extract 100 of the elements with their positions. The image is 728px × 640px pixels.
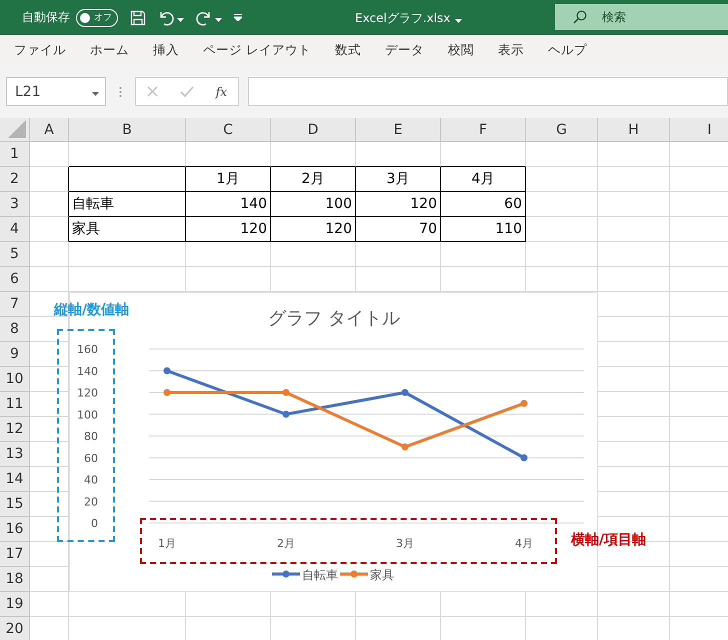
- sheet-cell[interactable]: [69, 167, 186, 192]
- ribbon-tab[interactable]: 数式: [322, 42, 373, 58]
- caret-icon[interactable]: [215, 18, 222, 22]
- column-header[interactable]: D: [271, 118, 356, 142]
- redo-icon[interactable]: [196, 10, 212, 26]
- insert-function-button[interactable]: fx: [216, 84, 228, 98]
- data-point: [402, 389, 408, 396]
- row-header[interactable]: 3: [0, 192, 30, 217]
- row-header[interactable]: 7: [0, 292, 30, 317]
- table-cell: 70: [356, 217, 441, 242]
- search-field[interactable]: 検索: [555, 4, 728, 30]
- legend-marker: [340, 570, 368, 578]
- table-cell: 100: [271, 192, 356, 217]
- axis-callout-label: 横軸/項目軸: [571, 531, 646, 549]
- data-point: [164, 389, 170, 396]
- row-header[interactable]: 6: [0, 267, 30, 292]
- column-header[interactable]: E: [356, 118, 441, 142]
- cancel-icon[interactable]: [146, 86, 158, 97]
- row-header[interactable]: 2: [0, 167, 30, 192]
- table-cell: 110: [441, 217, 526, 242]
- row-header[interactable]: 4: [0, 217, 30, 242]
- table-cell: 120: [271, 217, 356, 242]
- chart-title: グラフ タイトル: [268, 308, 400, 329]
- ribbon-tab[interactable]: ヘルプ: [536, 42, 599, 58]
- name-box[interactable]: L21: [6, 77, 106, 106]
- sheet-cell[interactable]: [30, 167, 69, 192]
- row-header[interactable]: 1: [0, 142, 30, 167]
- caret-icon[interactable]: [455, 18, 462, 22]
- ribbon-tab[interactable]: 挿入: [141, 42, 191, 58]
- row-header[interactable]: 18: [0, 567, 30, 592]
- autosave-toggle[interactable]: オフ: [76, 8, 118, 26]
- table-cell: 3月: [356, 167, 441, 192]
- row-header[interactable]: 19: [0, 592, 30, 617]
- caret-icon[interactable]: [177, 18, 184, 22]
- ribbon-tab[interactable]: ファイル: [0, 42, 78, 58]
- sheet-cell[interactable]: [30, 217, 69, 242]
- row-header[interactable]: 5: [0, 242, 30, 267]
- row-header[interactable]: 8: [0, 317, 30, 342]
- row-header[interactable]: 10: [0, 367, 30, 392]
- row-header[interactable]: 9: [0, 342, 30, 367]
- table-cell: 120: [356, 192, 441, 217]
- drag-handle-icon[interactable]: [119, 86, 122, 98]
- table-cell: 140: [186, 192, 271, 217]
- save-icon[interactable]: [130, 10, 146, 26]
- x-tick-label: 4月: [515, 537, 533, 550]
- y-tick-label: 20: [84, 495, 98, 508]
- axis-callout-label: 縦軸/数値軸: [54, 301, 130, 319]
- column-header[interactable]: G: [526, 118, 598, 142]
- row-header[interactable]: 12: [0, 417, 30, 442]
- data-point: [402, 443, 408, 450]
- ribbon-tab[interactable]: ページ レイアウト: [191, 42, 323, 58]
- row-header[interactable]: 14: [0, 467, 30, 492]
- column-header[interactable]: I: [670, 118, 728, 142]
- data-point: [282, 389, 290, 396]
- legend-marker: [272, 570, 300, 578]
- y-tick-label: 140: [77, 364, 98, 378]
- y-tick-label: 120: [77, 386, 98, 400]
- ribbon-tab[interactable]: 表示: [486, 42, 536, 58]
- table-cell: 2月: [271, 167, 356, 192]
- column-header[interactable]: C: [186, 118, 271, 142]
- autosave-label: 自動保存: [22, 9, 70, 26]
- column-header[interactable]: F: [441, 118, 526, 142]
- row-header[interactable]: 11: [0, 392, 30, 417]
- row-header[interactable]: 15: [0, 492, 30, 517]
- data-point: [520, 454, 528, 462]
- enter-icon[interactable]: [180, 86, 194, 97]
- select-all-icon[interactable]: [8, 120, 26, 138]
- y-tick-label: 0: [91, 517, 98, 530]
- file-name: Excelグラフ.xlsx: [355, 10, 450, 27]
- column-header[interactable]: B: [69, 118, 186, 142]
- x-tick-label: 3月: [396, 537, 414, 550]
- row-header[interactable]: 17: [0, 542, 30, 567]
- ribbon-tab[interactable]: データ: [372, 42, 436, 58]
- legend-label: 家具: [370, 568, 394, 582]
- column-header[interactable]: H: [598, 118, 670, 142]
- table-cell: 4月: [441, 167, 526, 192]
- column-header[interactable]: A: [30, 118, 69, 142]
- undo-icon[interactable]: [158, 10, 174, 26]
- row-header[interactable]: 13: [0, 442, 30, 467]
- sheet-cell[interactable]: [30, 192, 69, 217]
- y-tick-label: 40: [84, 474, 98, 486]
- ribbon-tab[interactable]: ホーム: [78, 42, 141, 58]
- x-tick-label: 2月: [277, 537, 295, 550]
- y-tick-label: 160: [77, 343, 98, 356]
- row-header[interactable]: 20: [0, 617, 30, 640]
- legend-label: 自転車: [302, 568, 338, 582]
- search-icon: [573, 10, 587, 24]
- customize-icon[interactable]: [234, 14, 242, 21]
- x-tick-label: 1月: [158, 537, 176, 550]
- y-tick-label: 100: [77, 408, 98, 422]
- table-cell: 自転車: [69, 192, 186, 217]
- data-point: [164, 367, 170, 374]
- dropdown-icon[interactable]: [92, 92, 99, 96]
- y-tick-label: 80: [84, 430, 98, 443]
- row-header[interactable]: 16: [0, 517, 30, 542]
- table-cell: 60: [441, 192, 526, 217]
- data-point: [520, 400, 528, 407]
- ribbon-tab[interactable]: 校閲: [436, 42, 486, 58]
- formula-input[interactable]: [248, 77, 728, 106]
- table-cell: 1月: [186, 167, 271, 192]
